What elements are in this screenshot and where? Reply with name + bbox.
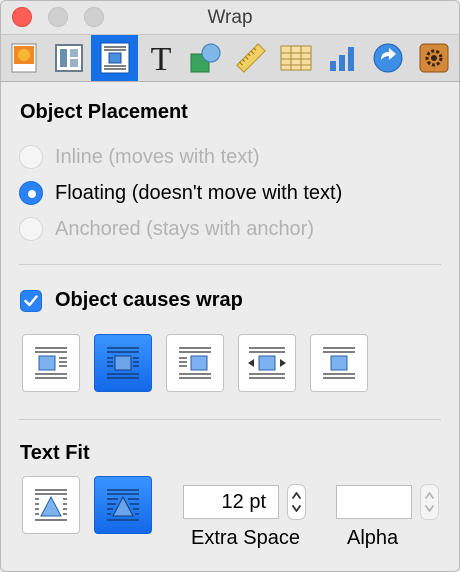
stepper-arrows-icon bbox=[292, 492, 301, 512]
chart-tab[interactable] bbox=[319, 35, 364, 81]
anchored-radio-label: Anchored (stays with anchor) bbox=[55, 217, 315, 240]
fit-rectangle-icon bbox=[35, 489, 67, 521]
wrap-both-sides-icon bbox=[248, 347, 286, 379]
svg-text:T: T bbox=[150, 42, 171, 74]
wrap-icon bbox=[100, 42, 129, 74]
alpha-label: Alpha bbox=[347, 527, 399, 549]
wrap-around-button[interactable] bbox=[94, 334, 152, 392]
wrap-both-sides-button[interactable] bbox=[238, 334, 296, 392]
title-bar: Wrap bbox=[1, 1, 459, 34]
table-tab[interactable] bbox=[273, 35, 318, 81]
table-icon bbox=[280, 45, 311, 71]
wrap-tab[interactable] bbox=[91, 35, 138, 81]
window-title: Wrap bbox=[207, 7, 253, 28]
placement-heading: Object Placement bbox=[20, 101, 188, 123]
fit-shape-icon bbox=[107, 489, 139, 521]
stepper-arrows-icon bbox=[425, 492, 434, 512]
extra-space-label: Extra Space bbox=[191, 527, 300, 549]
floating-radio-label: Floating (doesn't move with text) bbox=[55, 181, 343, 204]
alpha-stepper[interactable] bbox=[420, 484, 439, 520]
link-tab[interactable] bbox=[365, 35, 410, 81]
chart-icon bbox=[329, 47, 354, 71]
anchored-radio[interactable] bbox=[19, 217, 43, 241]
layout-tab[interactable] bbox=[46, 35, 91, 81]
extra-space-stepper[interactable] bbox=[287, 484, 306, 520]
text-icon: T bbox=[150, 42, 171, 74]
wrap-left-button[interactable] bbox=[22, 334, 80, 392]
wrap-none-icon bbox=[323, 347, 355, 379]
alpha-field[interactable] bbox=[336, 485, 412, 519]
text-tab[interactable]: T bbox=[138, 35, 183, 81]
wrap-none-button[interactable] bbox=[310, 334, 368, 392]
link-icon bbox=[373, 43, 402, 73]
wrap-checkbox[interactable] bbox=[20, 289, 42, 312]
inspector-toolbar: T bbox=[1, 34, 459, 82]
inline-radio[interactable] bbox=[19, 145, 43, 169]
placement-floating-option[interactable]: Floating (doesn't move with text) bbox=[19, 179, 342, 207]
wrap-right-button[interactable] bbox=[166, 334, 224, 392]
section-divider bbox=[19, 419, 441, 420]
inline-radio-label: Inline (moves with text) bbox=[55, 145, 260, 168]
section-divider bbox=[19, 264, 441, 265]
document-icon bbox=[11, 43, 36, 73]
text-fit-heading: Text Fit bbox=[20, 442, 90, 464]
inspector-window: Wrap T Object Placement Inline (moves wi… bbox=[0, 0, 460, 572]
metrics-tab[interactable] bbox=[228, 35, 273, 81]
document-tab[interactable] bbox=[1, 35, 46, 81]
wrap-left-icon bbox=[35, 347, 67, 379]
ruler-icon bbox=[235, 43, 266, 73]
extra-space-field[interactable]: 12 pt bbox=[183, 485, 279, 519]
quicktime-tab[interactable] bbox=[411, 35, 456, 81]
placement-anchored-option[interactable]: Anchored (stays with anchor) bbox=[19, 215, 314, 243]
gear-icon bbox=[419, 43, 448, 73]
fit-rectangle-button[interactable] bbox=[22, 476, 80, 534]
placement-inline-option[interactable]: Inline (moves with text) bbox=[19, 143, 260, 171]
wrap-around-icon bbox=[107, 347, 139, 379]
wrap-checkbox-row[interactable]: Object causes wrap bbox=[20, 289, 243, 312]
wrap-right-icon bbox=[179, 347, 211, 379]
checkmark-icon bbox=[24, 294, 38, 306]
graphic-tab[interactable] bbox=[183, 35, 228, 81]
wrap-checkbox-label: Object causes wrap bbox=[55, 289, 243, 311]
floating-radio[interactable] bbox=[19, 181, 43, 205]
fit-shape-button[interactable] bbox=[94, 476, 152, 534]
graphic-icon bbox=[190, 43, 220, 73]
layout-icon bbox=[54, 44, 83, 72]
